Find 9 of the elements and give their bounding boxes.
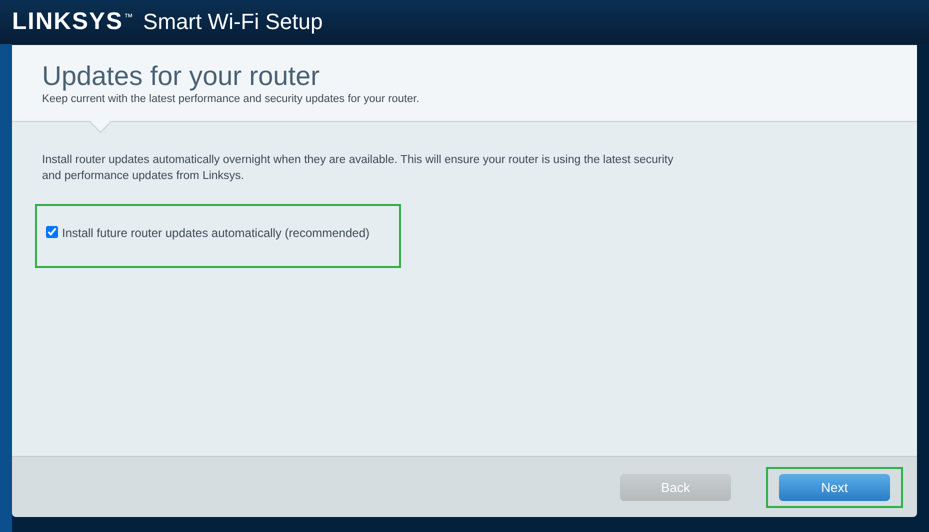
page-title: Updates for your router <box>42 61 321 91</box>
page-subtitle: Keep current with the latest performance and security updates for your router. <box>42 93 420 105</box>
auto-update-checkbox[interactable] <box>46 226 58 238</box>
description-text: Install router updates automatically overnight when they are available. This will ensure your router is using the latest security and performance updates from Linksys. <box>42 153 674 184</box>
trademark-mark: ™ <box>124 12 134 22</box>
brand-logo: LINKSYS <box>12 8 124 36</box>
checkbox-label[interactable]: Install future router updates automatically (recommended) <box>62 226 370 240</box>
app-title: Smart Wi-Fi Setup <box>143 9 323 35</box>
next-button[interactable]: Next <box>779 474 890 500</box>
